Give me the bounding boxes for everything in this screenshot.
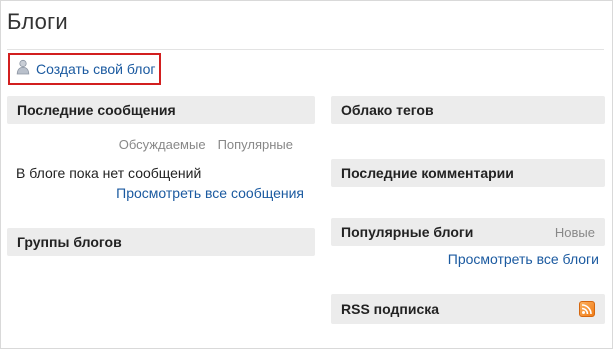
rss-icon[interactable]: [579, 301, 595, 317]
rss-subscription-title: RSS подписка: [341, 301, 440, 317]
latest-messages-header: Последние сообщения: [7, 96, 315, 124]
tag-cloud-title: Облако тегов: [341, 102, 434, 118]
tab-popular[interactable]: Популярные: [218, 137, 293, 152]
rss-subscription-header: RSS подписка: [331, 294, 605, 324]
empty-messages-text: В блоге пока нет сообщений: [16, 165, 202, 181]
create-blog-link[interactable]: Создать свой блог: [36, 61, 155, 77]
view-all-blogs-link[interactable]: Просмотреть все блоги: [448, 251, 599, 267]
blog-groups-title: Группы блогов: [17, 234, 122, 250]
view-all-messages-link[interactable]: Просмотреть все сообщения: [116, 185, 304, 201]
latest-messages-title: Последние сообщения: [17, 102, 176, 118]
popular-blogs-title: Популярные блоги: [341, 224, 474, 240]
create-blog-button[interactable]: Создать свой блог: [8, 53, 161, 85]
page-title: Блоги: [7, 9, 68, 34]
tag-cloud-header: Облако тегов: [331, 96, 605, 124]
tab-discussed[interactable]: Обсуждаемые: [119, 137, 206, 152]
tab-new-blogs[interactable]: Новые: [555, 225, 595, 240]
user-icon: [16, 59, 30, 80]
blog-groups-header[interactable]: Группы блогов: [7, 228, 315, 256]
title-divider: [7, 49, 604, 50]
popular-blogs-header: Популярные блоги Новые: [331, 218, 605, 246]
latest-comments-header: Последние комментарии: [331, 159, 605, 187]
latest-comments-title: Последние комментарии: [341, 165, 514, 181]
latest-messages-tabs: Обсуждаемые Популярные: [119, 137, 293, 152]
